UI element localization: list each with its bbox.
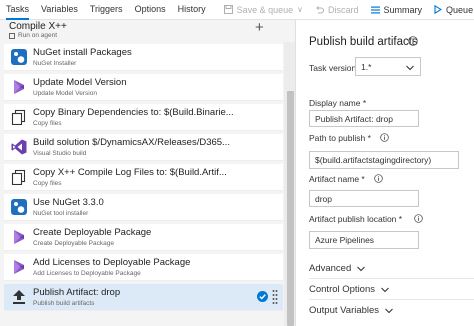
discard-label: Discard [328, 4, 359, 15]
info-icon[interactable] [408, 36, 418, 49]
task-list-panel: Compile X++ Run on agent + NuGet install… [0, 20, 296, 326]
copy-files-icon [11, 109, 27, 126]
task-name: Copy X++ Compile Log Files to: $(Build.A… [33, 167, 227, 178]
scrollbar-thumb[interactable] [287, 91, 294, 326]
info-icon[interactable] [414, 214, 423, 226]
chevron-down-icon [385, 308, 393, 314]
tab-history[interactable]: History [172, 0, 212, 20]
output-variables-section[interactable]: Output Variables [309, 305, 393, 316]
dynamics-icon [11, 229, 27, 245]
chevron-down-icon [381, 287, 389, 293]
toolbar: Tasks Variables Triggers Options History… [0, 0, 474, 20]
list-icon [370, 6, 380, 14]
artifact-name-value: drop [315, 193, 333, 204]
tab-tasks[interactable]: Tasks [0, 0, 35, 20]
task-item[interactable]: Create Deployable Package Create Deployab… [4, 224, 283, 251]
task-subtitle: Visual Studio build [33, 149, 87, 157]
tab-variables[interactable]: Variables [35, 0, 84, 20]
chevron-down-icon: ∨ [297, 5, 304, 14]
task-item[interactable]: Copy Binary Dependencies to: $(Build.Bin… [4, 104, 283, 131]
task-subtitle: Create Deployable Package [33, 239, 114, 247]
phase-title: Compile X++ [9, 21, 67, 32]
advanced-section[interactable]: Advanced [309, 263, 366, 274]
task-item[interactable]: Copy X++ Compile Log Files to: $(Build.A… [4, 164, 283, 191]
publish-location-select[interactable]: Azure Pipelines [309, 231, 419, 249]
dynamics-icon [11, 259, 27, 275]
info-icon[interactable] [380, 133, 389, 145]
section-divider [309, 278, 474, 279]
details-title: Publish build artifacts [309, 36, 418, 48]
chevron-down-icon [357, 266, 366, 272]
artifact-name-field[interactable]: drop [309, 190, 419, 207]
phase-header[interactable]: Compile X++ Run on agent + [0, 20, 284, 42]
task-version-value: 1.* [361, 61, 372, 72]
task-name: Add Licenses to Deployable Package [33, 257, 191, 268]
task-item[interactable]: Build solution $/DynamicsAX/Releases/D36… [4, 134, 283, 161]
summary-button[interactable]: Summary [365, 0, 429, 20]
output-variables-label: Output Variables [309, 305, 380, 316]
task-subtitle: Copy files [33, 119, 62, 127]
publish-location-label: Artifact publish location * [309, 214, 403, 224]
dynamics-icon [11, 79, 27, 95]
task-subtitle: NuGet Installer [33, 59, 77, 67]
advanced-label: Advanced [309, 263, 352, 274]
copy-files-icon [11, 169, 27, 186]
queue-label: Queue [446, 4, 474, 15]
chevron-down-icon [406, 63, 414, 73]
save-queue-button[interactable]: Save & queue ∨ [218, 0, 309, 20]
task-item[interactable]: Add Licenses to Deployable Package Add Li… [4, 254, 283, 281]
display-name-label: Display name * [309, 98, 367, 108]
path-to-publish-label: Path to publish * [309, 133, 371, 143]
add-task-button[interactable]: + [255, 20, 264, 35]
phase-subtitle-text: Run on agent [18, 32, 58, 39]
display-name-field[interactable]: Publish Artifact: drop [309, 110, 419, 127]
task-item[interactable]: NuGet install Packages NuGet Installer [4, 44, 283, 71]
save-queue-label: Save & queue [236, 4, 294, 15]
drag-handle-icon[interactable] [272, 289, 278, 305]
task-item[interactable]: Update Model Version Update Model Version [4, 74, 283, 101]
task-item[interactable]: Use NuGet 3.3.0 NuGet tool installer [4, 194, 283, 221]
display-name-value: Publish Artifact: drop [315, 113, 393, 124]
task-item[interactable]: Publish Artifact: drop Publish build arti… [4, 284, 283, 311]
task-name: Copy Binary Dependencies to: $(Build.Bin… [33, 107, 234, 118]
control-options-section[interactable]: Control Options [309, 284, 389, 295]
task-name: Create Deployable Package [33, 227, 152, 238]
task-version-label: Task version [309, 63, 357, 73]
task-version-select[interactable]: 1.* [355, 57, 421, 76]
upload-icon [11, 289, 27, 305]
queue-button[interactable]: Queue [428, 0, 474, 20]
play-icon [434, 5, 443, 14]
task-subtitle: NuGet tool installer [33, 209, 89, 217]
artifact-name-label: Artifact name * [309, 174, 365, 184]
tab-triggers[interactable]: Triggers [84, 0, 129, 20]
summary-label: Summary [383, 4, 423, 15]
path-to-publish-value: $(build.artifactstagingdirectory) [315, 155, 432, 165]
tab-options[interactable]: Options [129, 0, 172, 20]
save-icon [223, 5, 233, 14]
task-subtitle: Copy files [33, 179, 62, 187]
path-to-publish-field[interactable]: $(build.artifactstagingdirectory) [309, 151, 459, 169]
undo-icon [315, 5, 324, 14]
task-name: Publish Artifact: drop [33, 287, 121, 298]
task-subtitle: Add Licenses to Deployable Package [33, 269, 141, 277]
info-icon[interactable] [374, 174, 383, 186]
task-subtitle: Publish build artifacts [33, 299, 95, 307]
task-name: Update Model Version [33, 77, 127, 88]
publish-location-value: Azure Pipelines [315, 235, 375, 245]
phase-subtitle: Run on agent [9, 32, 57, 39]
agent-icon [9, 32, 15, 39]
enabled-check-icon[interactable] [257, 291, 268, 302]
nuget-icon [11, 199, 27, 215]
section-divider [309, 299, 474, 300]
visual-studio-icon [11, 139, 27, 155]
task-name: Build solution $/DynamicsAX/Releases/D36… [33, 137, 230, 148]
task-subtitle: Update Model Version [33, 89, 97, 97]
task-name: Use NuGet 3.3.0 [33, 197, 104, 208]
control-options-label: Control Options [309, 284, 376, 295]
nuget-icon [11, 49, 27, 65]
discard-button[interactable]: Discard [309, 0, 365, 20]
task-details-panel: Publish build artifacts Task version 1.*… [297, 20, 474, 326]
task-name: NuGet install Packages [33, 47, 132, 58]
